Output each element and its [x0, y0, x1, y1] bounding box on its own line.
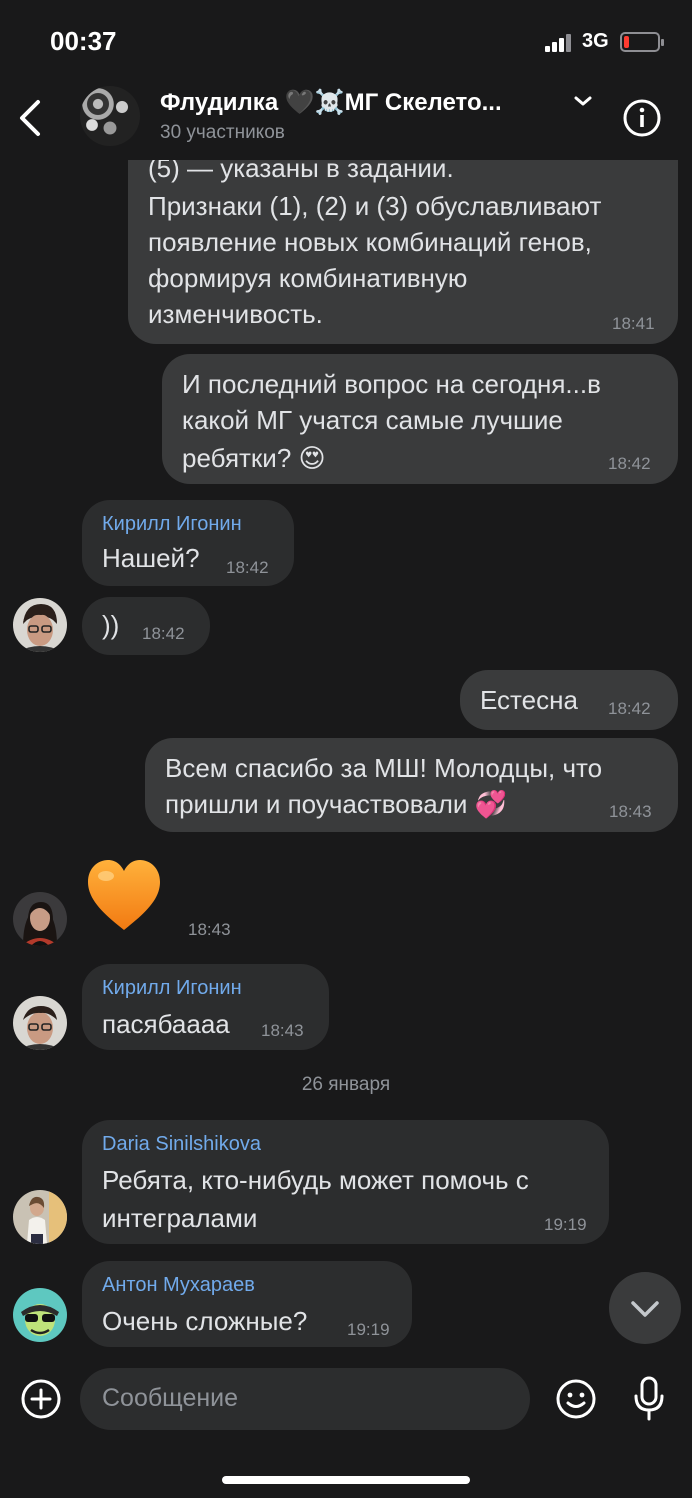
status-bar: 00:37 3G — [0, 0, 692, 80]
message-text: пришли и поучаствовали 💞 — [165, 789, 507, 819]
microphone-icon[interactable] — [632, 1376, 666, 1422]
message-time: 18:41 — [612, 314, 655, 333]
message-text: какой МГ учатся самые лучшие — [182, 405, 563, 435]
message-text: Признаки (1), (2) и (3) обуславливают — [148, 191, 602, 221]
battery-icon — [620, 32, 664, 52]
members-count[interactable]: 30 участников — [160, 122, 285, 144]
message-bubble[interactable]: Кирилл Игонин Нашей? 18:42 — [82, 500, 294, 586]
author-name[interactable]: Кирилл Игонин — [102, 513, 242, 536]
message-bubble[interactable]: Всем спасибо за МШ! Молодцы, что пришли … — [145, 738, 678, 832]
back-chevron-icon[interactable] — [14, 96, 48, 140]
emoji-icon[interactable] — [555, 1378, 597, 1420]
message-text: изменчивость. — [148, 299, 323, 329]
message-time: 18:42 — [608, 699, 651, 718]
author-name[interactable]: Кирилл Игонин — [102, 977, 242, 1000]
message-bubble[interactable]: Естесна 18:42 — [460, 670, 678, 730]
info-icon[interactable] — [622, 98, 662, 138]
message-time: 18:43 — [261, 1021, 304, 1040]
scroll-down-button[interactable] — [609, 1272, 681, 1344]
author-name[interactable]: Антон Мухараев — [102, 1274, 255, 1297]
message-text: формируя комбинативную — [148, 263, 468, 293]
date-separator: 26 января — [301, 1074, 391, 1095]
avatar[interactable] — [13, 1288, 67, 1342]
message-bubble[interactable]: Кирилл Игонин пасябаааа 18:43 — [82, 964, 329, 1050]
chat-avatar[interactable] — [80, 86, 140, 146]
chevron-down-icon — [631, 1301, 659, 1317]
message-time: 18:43 — [188, 920, 231, 939]
composer: Сообщение — [0, 1360, 692, 1498]
message-text: Ребята, кто-нибудь может помочь с — [102, 1165, 529, 1195]
avatar[interactable] — [13, 1190, 67, 1244]
message-text: Естесна — [480, 685, 578, 715]
message-text: Очень сложные? — [102, 1306, 308, 1336]
avatar[interactable] — [13, 892, 67, 946]
message-bubble[interactable]: И последний вопрос на сегодня...в какой … — [162, 354, 678, 484]
message-text: )) — [102, 610, 120, 640]
avatar[interactable] — [13, 996, 67, 1050]
message-input-placeholder: Сообщение — [102, 1384, 239, 1412]
message-text: ребятки? 😍 — [182, 443, 326, 473]
message-time: 18:43 — [609, 802, 652, 821]
home-indicator — [222, 1476, 470, 1484]
message-text: Всем спасибо за МШ! Молодцы, что — [165, 753, 603, 783]
signal-icon — [545, 34, 575, 52]
attach-plus-icon[interactable] — [20, 1378, 62, 1420]
message-text: И последний вопрос на сегодня...в — [182, 369, 601, 399]
message-text: интегралами — [102, 1203, 258, 1233]
message-input[interactable]: Сообщение — [80, 1368, 530, 1430]
avatar[interactable] — [13, 598, 67, 652]
message-bubble[interactable]: )) 18:42 — [82, 597, 210, 655]
message-bubble[interactable]: Антон Мухараев Очень сложные? 19:19 — [82, 1261, 412, 1347]
message-text: Нашей? — [102, 543, 200, 573]
chat-title[interactable]: Флудилка 🖤☠️МГ Скелето... — [160, 88, 502, 117]
message-time: 19:19 — [347, 1320, 390, 1339]
message-time: 18:42 — [142, 624, 185, 643]
message-text: пасябаааа — [102, 1009, 230, 1039]
chevron-down-icon[interactable] — [572, 94, 594, 108]
message-bubble[interactable]: Daria Sinilshikova Ребята, кто-нибудь мо… — [82, 1120, 609, 1244]
message-time: 18:42 — [608, 454, 651, 473]
orange-heart-sticker[interactable] — [84, 856, 164, 936]
chat-header: Флудилка 🖤☠️МГ Скелето... 30 участников — [0, 80, 692, 160]
message-time: 18:42 — [226, 558, 269, 577]
message-text: появление новых комбинаций генов, — [148, 227, 592, 257]
author-name[interactable]: Daria Sinilshikova — [102, 1133, 261, 1156]
network-type: 3G — [582, 30, 609, 52]
message-time: 19:19 — [544, 1215, 587, 1234]
status-time: 00:37 — [50, 26, 117, 56]
